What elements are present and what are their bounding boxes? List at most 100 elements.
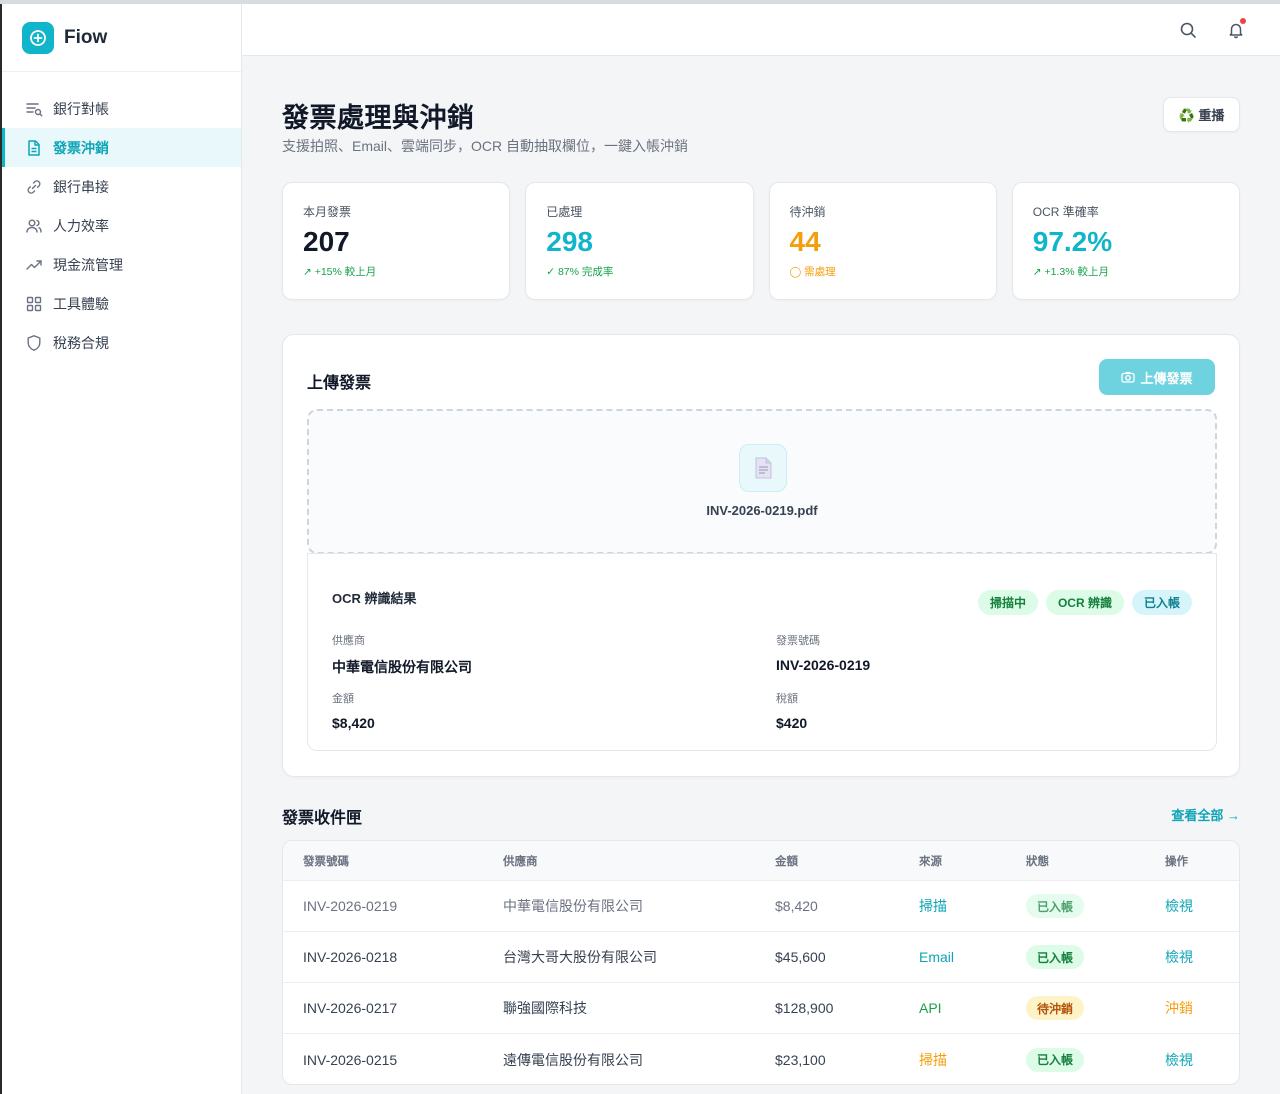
link-icon: [24, 177, 44, 197]
field-value: $8,420: [332, 715, 375, 731]
stat-value: 44: [789, 226, 821, 257]
chip-scanning: 掃描中: [977, 590, 1038, 615]
chip-posted: 已入帳: [1131, 590, 1192, 615]
cell-status: 已入帳: [1026, 894, 1085, 918]
view-link[interactable]: 檢視: [1165, 896, 1193, 916]
sidebar-item-tools[interactable]: 工具體驗: [2, 284, 241, 323]
view-link[interactable]: 檢視: [1165, 947, 1193, 967]
replay-button[interactable]: ♻️ 重播: [1163, 97, 1240, 132]
table-row[interactable]: INV-2026-0219 中華電信股份有限公司 $8,420 掃描 已入帳 檢…: [283, 881, 1239, 932]
field-label: 發票號碼: [776, 635, 820, 647]
logo-icon: [22, 21, 54, 54]
status-badge: 待沖銷: [1026, 996, 1085, 1020]
upload-title: 上傳發票: [307, 375, 372, 392]
sidebar-item-label: 稅務合規: [53, 334, 109, 351]
sidebar-item-bank-reconciliation[interactable]: 銀行對帳: [2, 89, 241, 128]
page-subtitle: 支援拍照、Email、雲端同步，OCR 自動抽取欄位，一鍵入帳沖銷: [282, 138, 689, 154]
stat-label: 本月發票: [303, 205, 352, 219]
stat-value: 97.2%: [1032, 226, 1113, 257]
sidebar-item-cashflow[interactable]: 現金流管理: [2, 245, 241, 284]
sidebar-nav: 銀行對帳 發票沖銷 銀行串接 人力效率 現金流管理 工具體驗 稅務合規: [2, 72, 241, 362]
file-pdf-icon: [739, 444, 787, 492]
upload-dropzone[interactable]: INV-2026-0219.pdf: [307, 409, 1217, 554]
field-tax: 稅額 $420: [776, 690, 807, 731]
sidebar: Fiow 銀行對帳 發票沖銷 銀行串接 人力效率 現金流管理 工具體驗 稅務合規: [0, 4, 242, 1094]
column-header: 發票號碼: [303, 855, 349, 868]
stats-row: 本月發票 207 ↗ +15% 較上月 已處理 298 ✓ 87% 完成率 待沖…: [282, 182, 1240, 300]
cell-status: 待沖銷: [1026, 996, 1085, 1020]
stat-label: OCR 準確率: [1032, 205, 1099, 219]
field-value: INV-2026-0219: [776, 657, 871, 673]
document-icon: [24, 138, 44, 158]
sidebar-item-tax-compliance[interactable]: 稅務合規: [2, 323, 241, 362]
stat-value: 298: [546, 226, 593, 257]
column-header: 狀態: [1026, 855, 1049, 868]
cell-invoice-no: INV-2026-0218: [303, 949, 398, 965]
table-header: 發票號碼 供應商 金額 來源 狀態 操作: [283, 841, 1239, 881]
stat-card-monthly-invoices: 本月發票 207 ↗ +15% 較上月: [282, 182, 511, 300]
upload-button[interactable]: 上傳發票: [1099, 359, 1215, 395]
sidebar-item-hr-efficiency[interactable]: 人力效率: [2, 206, 241, 245]
sidebar-item-label: 發票沖銷: [53, 139, 109, 156]
stat-label: 已處理: [546, 205, 583, 219]
table-row[interactable]: INV-2026-0215 遠傳電信股份有限公司 $23,100 掃描 已入帳 …: [283, 1034, 1239, 1084]
camera-icon: [1121, 372, 1136, 383]
cell-amount: $8,420: [775, 898, 818, 914]
stat-card-pending: 待沖銷 44 ◯ 需處理: [768, 182, 997, 300]
stat-note: ↗ +15% 較上月: [303, 266, 377, 278]
field-value: $420: [776, 715, 808, 731]
sidebar-item-bank-connect[interactable]: 銀行串接: [2, 167, 241, 206]
notifications-button[interactable]: [1224, 18, 1248, 42]
cell-amount: $128,900: [775, 1000, 834, 1016]
field-label: 供應商: [332, 635, 365, 647]
writeoff-link[interactable]: 沖銷: [1165, 998, 1193, 1018]
field-amount: 金額 $8,420: [332, 690, 375, 731]
field-label: 金額: [332, 693, 354, 705]
users-icon: [24, 216, 44, 236]
cell-invoice-no: INV-2026-0217: [303, 1000, 398, 1016]
status-badge: 已入帳: [1026, 1047, 1085, 1072]
cell-amount: $45,600: [775, 949, 826, 965]
cell-source: 掃描: [919, 1051, 947, 1068]
sidebar-item-label: 人力效率: [53, 217, 109, 234]
cell-supplier: 台灣大哥大股份有限公司: [503, 949, 657, 965]
page-title: 發票處理與沖銷: [282, 103, 475, 133]
field-label: 稅額: [776, 693, 798, 705]
stat-card-ocr-accuracy: OCR 準確率 97.2% ↗ +1.3% 較上月: [1011, 182, 1240, 300]
search-icon: [1180, 22, 1196, 38]
chip-ocr: OCR 辨識: [1045, 590, 1124, 615]
upload-button-label: 上傳發票: [1140, 370, 1193, 386]
cell-invoice-no: INV-2026-0219: [303, 898, 398, 914]
cell-source: API: [919, 1000, 942, 1016]
ocr-status-chips: 掃描中 OCR 辨識 已入帳: [977, 590, 1192, 615]
search-button[interactable]: [1176, 18, 1200, 42]
cell-supplier: 聯強國際科技: [503, 1000, 587, 1016]
sidebar-item-invoice-writeoff[interactable]: 發票沖銷: [2, 128, 241, 167]
table-row[interactable]: INV-2026-0217 聯強國際科技 $128,900 API 待沖銷 沖銷: [283, 983, 1239, 1034]
cell-source: 掃描: [919, 898, 947, 914]
view-all-link[interactable]: 查看全部 →: [1171, 805, 1240, 824]
sidebar-item-label: 銀行對帳: [53, 100, 109, 117]
field-supplier: 供應商 中華電信股份有限公司: [332, 632, 472, 677]
status-badge: 已入帳: [1026, 945, 1085, 969]
cell-supplier: 中華電信股份有限公司: [503, 898, 643, 914]
field-invoice-no: 發票號碼 INV-2026-0219: [776, 632, 870, 673]
stat-value: 207: [303, 226, 350, 257]
upload-card: 上傳發票 上傳發票 INV-2026-0219.pdf OCR 辨識結果 掃描中…: [282, 334, 1240, 777]
app-name: Fiow: [64, 26, 108, 48]
sidebar-item-label: 現金流管理: [53, 256, 123, 273]
view-link[interactable]: 檢視: [1165, 1050, 1193, 1070]
field-value: 中華電信股份有限公司: [332, 659, 472, 675]
column-header: 操作: [1165, 855, 1188, 868]
grid-icon: [24, 294, 44, 314]
cell-source: Email: [919, 949, 955, 965]
trending-up-icon: [24, 255, 44, 275]
table-row[interactable]: INV-2026-0218 台灣大哥大股份有限公司 $45,600 Email …: [283, 932, 1239, 983]
sidebar-item-label: 銀行串接: [53, 178, 109, 195]
stat-label: 待沖銷: [789, 205, 826, 219]
cell-amount: $23,100: [775, 1051, 826, 1068]
stat-card-processed: 已處理 298 ✓ 87% 完成率: [525, 182, 754, 300]
brand[interactable]: Fiow: [2, 4, 241, 72]
cell-supplier: 遠傳電信股份有限公司: [503, 1051, 643, 1068]
stat-note: ↗ +1.3% 較上月: [1032, 266, 1109, 278]
